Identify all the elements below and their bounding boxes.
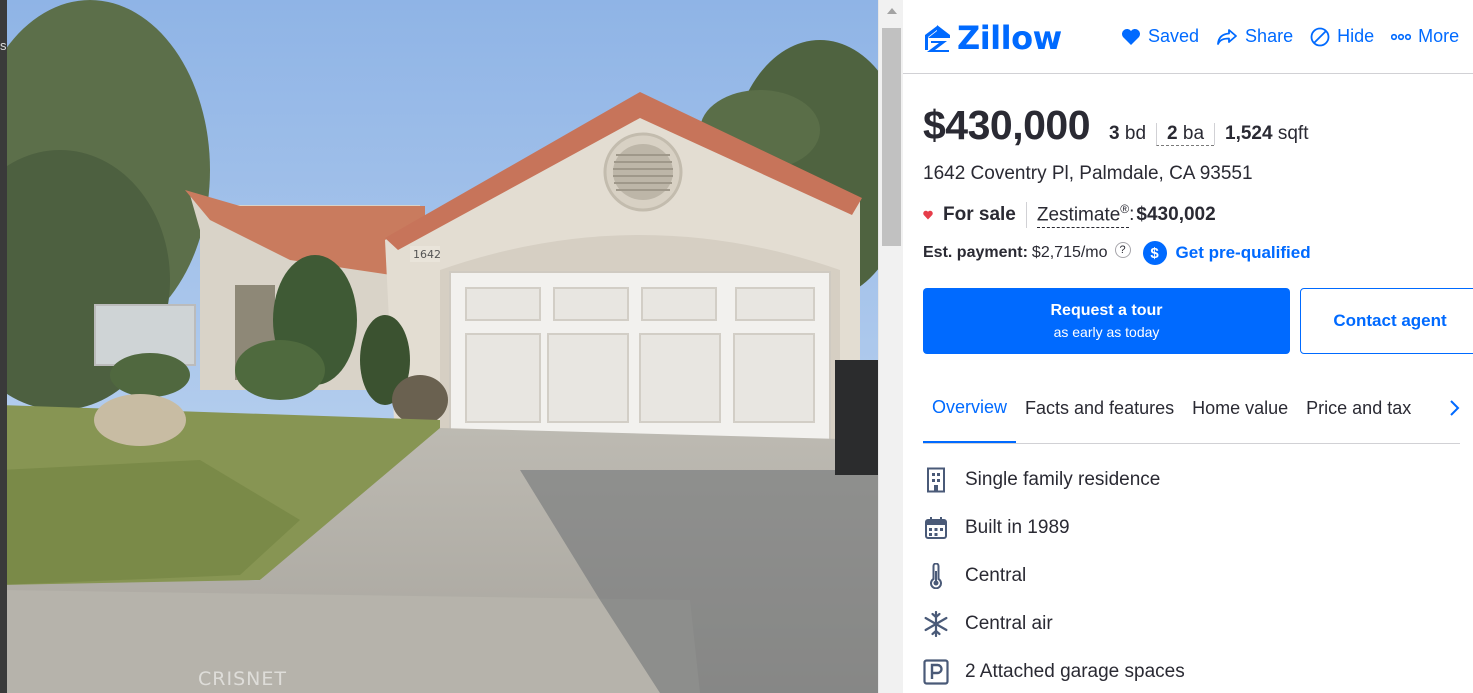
listing-address: 1642 Coventry Pl, Palmdale, CA 93551 xyxy=(923,163,1253,184)
list-item: Central air xyxy=(923,600,1185,648)
get-prequalified-link[interactable]: Get pre-qualified xyxy=(1176,243,1311,263)
request-tour-button[interactable]: Request a tour as early as today xyxy=(923,288,1290,354)
dollar-icon: $ xyxy=(1142,241,1167,265)
zestimate-label[interactable]: Zestimate® xyxy=(1036,202,1130,228)
list-item: 2 Attached garage spaces xyxy=(923,648,1185,693)
edge-text: s xyxy=(0,38,7,53)
hide-icon xyxy=(1310,27,1330,46)
sqft-value: 1,524 xyxy=(1225,123,1273,144)
sqft-unit: sqft xyxy=(1277,123,1309,144)
bed-bath-beds: 3 bd 2 ba 1,524 sqft xyxy=(1109,123,1318,146)
beds-value: 3 xyxy=(1109,123,1120,144)
listing-photo[interactable]: 1642 s CRISNET xyxy=(0,0,878,693)
more-button[interactable]: More xyxy=(1391,26,1459,47)
more-icon xyxy=(1391,33,1412,40)
scroll-up-arrow-icon[interactable] xyxy=(887,8,897,14)
payment-row: Est. payment: $2,715/mo ? $ Get pre-qual… xyxy=(923,241,1311,265)
more-label: More xyxy=(1418,26,1460,46)
chevron-right-icon xyxy=(1450,400,1460,416)
photo-watermark: CRISNET xyxy=(198,668,287,690)
payment-value: $2,715/mo xyxy=(1031,244,1108,261)
hide-label: Hide xyxy=(1337,26,1375,46)
baths-fact[interactable]: 2 ba xyxy=(1156,123,1215,146)
saved-button[interactable]: Saved xyxy=(1121,26,1199,47)
status-heart-icon xyxy=(923,210,933,220)
payment-label: Est. payment: xyxy=(923,244,1028,261)
feature-label: Central xyxy=(965,565,1027,586)
payment-help-icon[interactable]: ? xyxy=(1114,242,1131,258)
registered-mark: ® xyxy=(1120,202,1130,217)
hide-button[interactable]: Hide xyxy=(1310,26,1374,47)
baths-value: 2 xyxy=(1167,123,1178,144)
beds-fact: 3 bd xyxy=(1109,123,1156,145)
zestimate-value: $430,002 xyxy=(1136,204,1216,225)
list-item: Built in 1989 xyxy=(923,504,1185,552)
request-tour-sublabel: as early as today xyxy=(1053,324,1160,340)
listing-actions: Saved Share Hide More xyxy=(1121,26,1473,47)
snowflake-icon xyxy=(923,611,949,637)
zillow-logo[interactable]: Zillow xyxy=(922,20,1062,56)
thermometer-icon xyxy=(923,563,949,589)
photo-scrollbar[interactable] xyxy=(878,0,903,693)
scroll-thumb[interactable] xyxy=(882,28,901,246)
request-tour-label: Request a tour xyxy=(1050,302,1163,319)
parking-icon xyxy=(923,659,949,685)
beds-unit: bd xyxy=(1124,123,1147,144)
listing-details: $430,000 3 bd 2 ba 1,524 sqft 1642 Coven… xyxy=(923,74,1473,693)
building-icon xyxy=(923,467,949,493)
listing-header: Zillow Saved Share Hide More xyxy=(903,0,1473,74)
tab-price-and-tax[interactable]: Price and tax xyxy=(1297,374,1420,443)
share-button[interactable]: Share xyxy=(1216,26,1293,47)
heart-icon xyxy=(1122,28,1140,45)
share-label: Share xyxy=(1245,26,1294,46)
tabs-scroll-right[interactable] xyxy=(1420,374,1460,442)
list-item: Single family residence xyxy=(923,456,1185,504)
overview-feature-list: Single family residence Built in 1989 Ce… xyxy=(923,456,1185,693)
calendar-icon xyxy=(923,515,949,541)
tab-facts-and-features[interactable]: Facts and features xyxy=(1016,374,1183,443)
share-icon xyxy=(1217,28,1237,45)
house-photo-image: 1642 xyxy=(0,0,878,693)
tab-overview[interactable]: Overview xyxy=(923,374,1017,443)
sqft-fact: 1,524 sqft xyxy=(1214,123,1318,145)
saved-label: Saved xyxy=(1148,26,1200,46)
tab-home-value[interactable]: Home value xyxy=(1183,374,1297,443)
contact-agent-button[interactable]: Contact agent xyxy=(1300,288,1473,354)
zillow-logo-text: Zillow xyxy=(957,19,1062,57)
zestimate-colon: : xyxy=(1129,204,1135,225)
listing-status: For sale xyxy=(943,204,1016,225)
zestimate-label-text: Zestimate xyxy=(1036,204,1121,226)
feature-label: Single family residence xyxy=(965,469,1161,490)
previous-photo-strip[interactable]: s xyxy=(0,0,7,693)
listing-tabs: Overview Facts and features Home value P… xyxy=(923,374,1460,444)
listing-price: $430,000 xyxy=(923,102,1091,148)
price-row: $430,000 3 bd 2 ba 1,524 sqft xyxy=(923,102,1318,149)
list-item: Central xyxy=(923,552,1185,600)
status-divider xyxy=(1025,202,1027,228)
feature-label: 2 Attached garage spaces xyxy=(965,661,1185,682)
baths-unit: ba xyxy=(1182,123,1205,144)
feature-label: Central air xyxy=(965,613,1053,634)
status-row: For sale Zestimate®: $430,002 xyxy=(923,202,1216,228)
feature-label: Built in 1989 xyxy=(965,517,1070,538)
house-number-plate: 1642 xyxy=(413,248,441,261)
zillow-logo-icon xyxy=(925,25,950,52)
